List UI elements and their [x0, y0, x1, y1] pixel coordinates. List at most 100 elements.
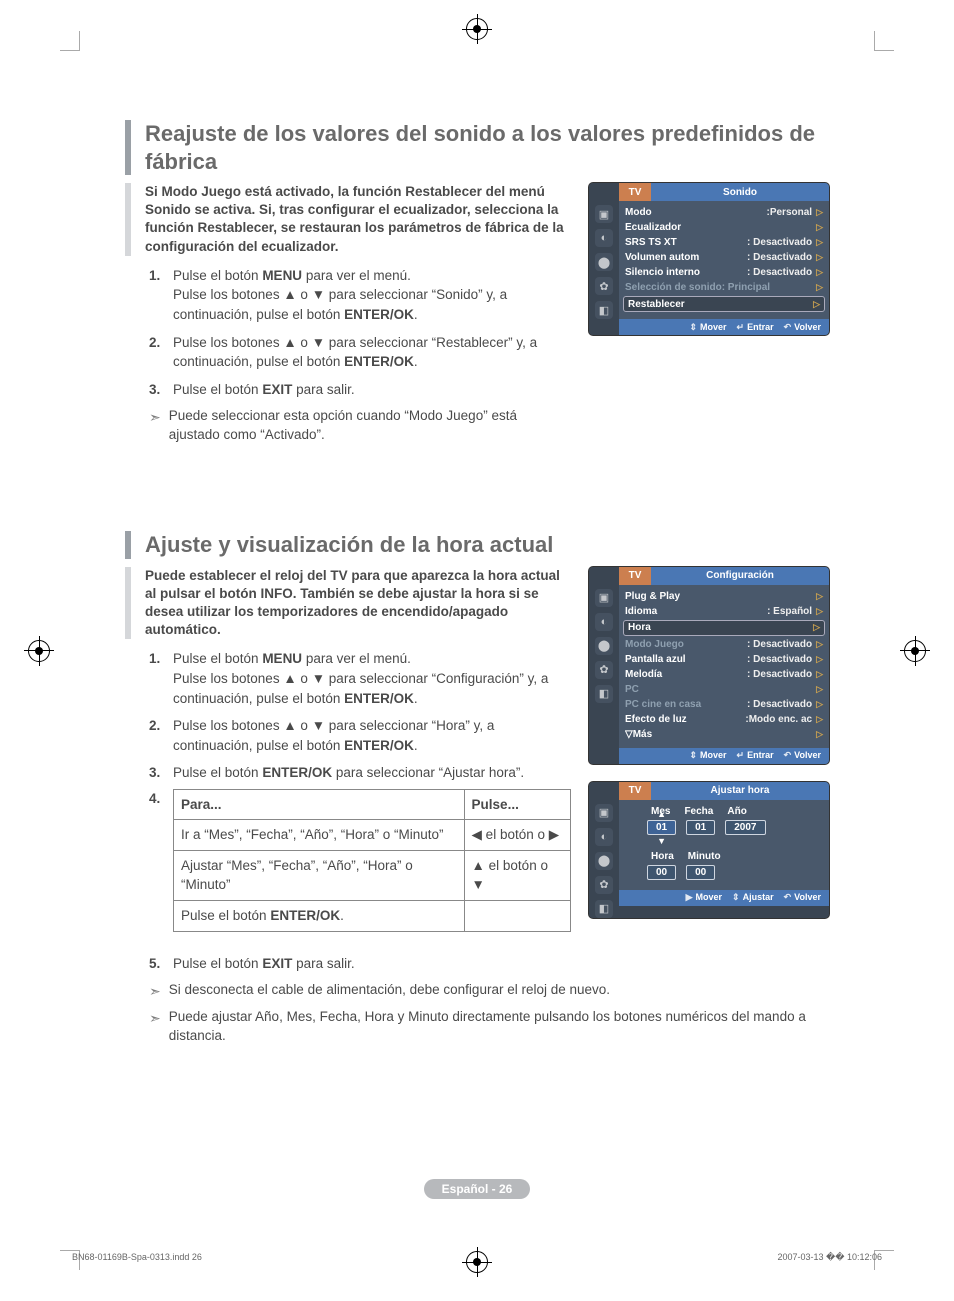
para-pulse-table: Para... Pulse... Ir a “Mes”, “Fecha”, “A…	[173, 789, 571, 932]
page-number-badge: Español - 26	[424, 1179, 531, 1199]
table-row: Pulse el botón ENTER/OK.	[174, 901, 571, 932]
steps-list: 1.Pulse el botón MENU para ver el menú.P…	[149, 649, 571, 782]
osd-row-value: :Modo enc. ac	[745, 714, 812, 725]
chevron-right-icon: ▷	[816, 639, 823, 650]
osd-menu-row: Melodía: Desactivado▷	[625, 667, 823, 682]
step-number: 1.	[149, 649, 160, 669]
picture-icon: ▣	[595, 804, 613, 822]
step-number: 3.	[149, 763, 160, 783]
step-number: 5.	[149, 954, 160, 974]
osd-tv-badge: TV	[619, 782, 651, 800]
note-text: Si desconecta el cable de alimentación, …	[169, 981, 610, 1002]
osd-menu-row: Selección de sonido: Principal ▷	[625, 280, 823, 295]
osd-row-label: Idioma	[625, 606, 767, 617]
osd-menu-row: Modo:Personal▷	[625, 205, 823, 220]
osd-hint-move: Mover	[689, 750, 726, 761]
reg-mark-icon	[904, 640, 926, 662]
osd-row-value: : Desactivado	[747, 699, 812, 710]
osd-menu-row: Silencio interno: Desactivado ▷	[625, 265, 823, 280]
clock-label: Año	[727, 806, 746, 817]
clock-value-month: 01 ▲ ▼	[647, 820, 676, 835]
osd-sound-menu: ▣ ◐ ⬤ ✿ ◧ TV Sonido Modo:Personal▷Ecuali…	[589, 183, 829, 335]
osd-footer: Mover Entrar Volver	[619, 319, 829, 335]
chevron-right-icon: ▷	[813, 299, 820, 310]
channel-icon: ⬤	[595, 852, 613, 870]
section-title: Reajuste de los valores del sonido a los…	[125, 120, 829, 175]
step-item: 2. Pulse los botones ▲ o ▼ para seleccion…	[149, 716, 571, 755]
chevron-right-icon: ▷	[816, 591, 823, 602]
setup-icon: ✿	[595, 661, 613, 679]
sound-icon: ◐	[595, 828, 613, 846]
osd-menu-row: PC▷	[625, 682, 823, 697]
note-text: Puede ajustar Año, Mes, Fecha, Hora y Mi…	[169, 1008, 829, 1046]
osd-hint-move: Mover	[689, 322, 726, 333]
sound-icon: ◐	[595, 229, 613, 247]
note-text: Puede seleccionar esta opción cuando “Mo…	[169, 407, 571, 445]
step-text: Pulse los botones ▲ o ▼ para seleccionar…	[173, 335, 537, 370]
osd-row-label: PC cine en casa	[625, 699, 747, 710]
clock-value-year: 2007	[725, 820, 765, 835]
section-sound-reset: Reajuste de los valores del sonido a los…	[125, 120, 829, 451]
chevron-right-icon: ▷	[816, 684, 823, 695]
osd-menu-row: Volumen autom: Desactivado▷	[625, 250, 823, 265]
osd-hint-enter: Entrar	[737, 322, 774, 333]
note-item: ➣Puede seleccionar esta opción cuando “M…	[149, 407, 571, 445]
chevron-right-icon: ▷	[816, 237, 823, 248]
osd-hint-move: Mover	[686, 892, 722, 903]
step-text: Pulse los botones ▲ o ▼ para seleccionar…	[173, 718, 494, 753]
step-number: 1.	[149, 266, 160, 286]
osd-row-label: Volumen autom	[625, 252, 747, 263]
clock-value-date: 01	[686, 820, 715, 835]
table-row: Ajustar “Mes”, “Fecha”, “Año”, “Hora” o …	[174, 850, 571, 900]
chevron-right-icon: ▷	[816, 267, 823, 278]
note-item: ➣Si desconecta el cable de alimentación,…	[149, 981, 829, 1002]
osd-menu-row: Hora▷	[623, 620, 825, 636]
osd-clock-set: ▣ ◐ ⬤ ✿ ◧ TV Ajustar hora Mes	[589, 782, 829, 918]
osd-row-label: SRS TS XT	[625, 237, 747, 248]
osd-menu-row: Efecto de luz:Modo enc. ac▷	[625, 712, 823, 727]
osd-row-label: Melodía	[625, 669, 747, 680]
section-title: Ajuste y visualización de la hora actual	[125, 531, 829, 559]
down-arrow-icon: ▼	[657, 836, 666, 846]
note-item: ➣Puede ajustar Año, Mes, Fecha, Hora y M…	[149, 1008, 829, 1046]
step-text: Pulse el botón ENTER/OK para seleccionar…	[173, 765, 524, 780]
steps-list: 1.Pulse el botón MENU para ver el menú.P…	[149, 266, 571, 399]
osd-row-value: : Desactivado	[747, 237, 812, 248]
chevron-right-icon: ▷	[816, 222, 823, 233]
up-arrow-icon: ▲	[657, 809, 666, 819]
chevron-right-icon: ▷	[816, 699, 823, 710]
channel-icon: ⬤	[595, 253, 613, 271]
clock-value-minute: 00	[686, 865, 715, 880]
osd-title: Configuración	[651, 567, 829, 585]
osd-row-value: : Desactivado	[747, 267, 812, 278]
osd-row-label: Modo	[625, 207, 767, 218]
print-info: BN68-01169B-Spa-0313.indd 26 2007-03-13 …	[72, 1252, 882, 1263]
chevron-right-icon: ▷	[813, 622, 820, 633]
step-number: 2.	[149, 716, 160, 736]
chevron-right-icon: ▷	[816, 729, 823, 740]
page-footer: Español - 26	[0, 1179, 954, 1199]
osd-row-label: ▽Más	[625, 729, 812, 740]
osd-tv-badge: TV	[619, 567, 651, 585]
osd-footer: Mover Ajustar Volver	[619, 890, 829, 906]
clock-label: Hora	[651, 851, 674, 862]
osd-menu-row: Restablecer▷	[623, 296, 825, 312]
note-arrow-icon: ➣	[149, 407, 161, 445]
picture-icon: ▣	[595, 205, 613, 223]
input-icon: ◧	[595, 900, 613, 918]
osd-row-label: Silencio interno	[625, 267, 747, 278]
setup-icon: ✿	[595, 876, 613, 894]
osd-row-label: Selección de sonido: Principal	[625, 282, 812, 293]
osd-row-label: Plug & Play	[625, 591, 812, 602]
osd-menu-row: Ecualizador▷	[625, 220, 823, 235]
osd-tv-badge: TV	[619, 183, 651, 201]
note-arrow-icon: ➣	[149, 1008, 161, 1046]
osd-hint-adjust: Ajustar	[732, 892, 774, 903]
chevron-right-icon: ▷	[816, 207, 823, 218]
osd-title: Sonido	[651, 183, 829, 201]
chevron-right-icon: ▷	[816, 282, 823, 293]
setup-icon: ✿	[595, 277, 613, 295]
step-item: 1.Pulse el botón MENU para ver el menú.P…	[149, 649, 571, 708]
step-item: 3. Pulse el botón ENTER/OK para seleccion…	[149, 763, 571, 783]
input-icon: ◧	[595, 301, 613, 319]
